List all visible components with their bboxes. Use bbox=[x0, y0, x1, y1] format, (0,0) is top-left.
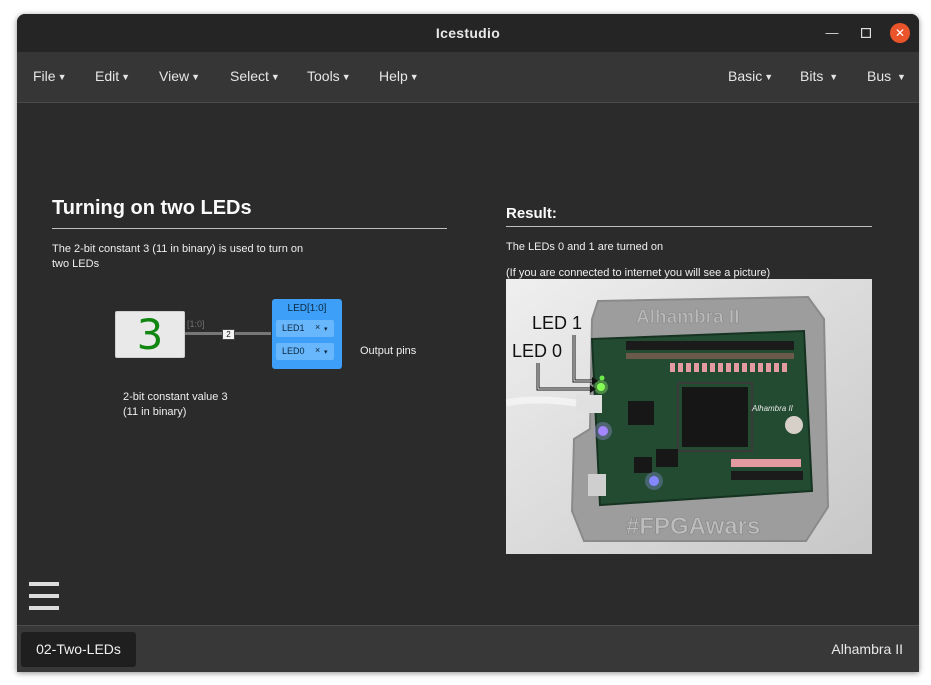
caret-down-icon: ▼ bbox=[270, 72, 280, 82]
constant-value: 3 bbox=[136, 310, 164, 359]
close-icon[interactable]: ✕ bbox=[890, 23, 910, 43]
file-tab[interactable]: 02-Two-LEDs bbox=[21, 632, 136, 667]
board-silk-label: Alhambra II bbox=[751, 404, 794, 413]
output-block-label: LED[1:0] bbox=[287, 303, 327, 314]
minimize-icon[interactable]: — bbox=[822, 23, 842, 43]
caret-down-icon: ▼ bbox=[409, 72, 419, 82]
window-title: Icestudio bbox=[435, 25, 501, 41]
bus-width-badge: 2 bbox=[222, 329, 235, 340]
caret-down-icon: ▼ bbox=[121, 72, 131, 82]
board-photo: Alhambra II #FPGAwars Alhambra II LED 1 … bbox=[506, 279, 872, 554]
constant-caption: 2-bit constant value 3 (11 in binary) bbox=[123, 391, 228, 418]
output-caption: Output pins bbox=[360, 345, 417, 357]
design-canvas[interactable]: Turning on two LEDs The 2-bit constant 3… bbox=[17, 103, 919, 625]
info-heading: Turning on two LEDs bbox=[52, 197, 252, 219]
menu-file[interactable]: File ▼ bbox=[33, 68, 66, 84]
wire-range-label: [1:0] bbox=[187, 319, 205, 329]
photo-label-led1: LED 1 bbox=[532, 313, 582, 333]
pin-select-led0[interactable]: LED0 × ▾ bbox=[276, 343, 334, 360]
menu-view[interactable]: View ▼ bbox=[159, 68, 200, 84]
menu-basic[interactable]: Basic ▼ bbox=[728, 68, 773, 84]
photo-label-led0: LED 0 bbox=[512, 341, 562, 361]
board-name[interactable]: Alhambra II bbox=[831, 641, 903, 657]
chevron-down-icon[interactable]: ▾ bbox=[324, 325, 328, 333]
chevron-down-icon[interactable]: ▾ bbox=[324, 348, 328, 356]
menu-bits[interactable]: Bits ▼ bbox=[800, 68, 838, 84]
app-window: Icestudio — ✕ File ▼ Edit ▼ View ▼ Select ▼ … bbox=[17, 14, 919, 672]
info-description: The 2-bit constant 3 (11 in binary) is u… bbox=[52, 243, 304, 270]
caret-down-icon: ▼ bbox=[57, 72, 67, 82]
menu-help[interactable]: Help ▼ bbox=[379, 68, 419, 84]
case-hashtag: #FPGAwars bbox=[626, 513, 760, 540]
menu-bar: File ▼ Edit ▼ View ▼ Select ▼ Tools ▼ Help ▼ B… bbox=[17, 52, 919, 103]
clear-icon[interactable]: × bbox=[315, 345, 320, 355]
constant-block[interactable]: 3 bbox=[115, 310, 185, 359]
maximize-icon[interactable] bbox=[856, 23, 876, 43]
caret-down-icon: ▼ bbox=[764, 72, 774, 82]
pin-select-led1[interactable]: LED1 × ▾ bbox=[276, 320, 334, 337]
menu-tools[interactable]: Tools ▼ bbox=[307, 68, 351, 84]
board-photo-svg: Alhambra II #FPGAwars Alhambra II LED 1 … bbox=[506, 279, 872, 554]
hamburger-icon[interactable] bbox=[29, 582, 59, 610]
status-bar: 02-Two-LEDs Alhambra II bbox=[17, 625, 919, 672]
caret-down-icon: ▼ bbox=[897, 72, 906, 82]
result-line1: The LEDs 0 and 1 are turned on bbox=[506, 241, 664, 253]
menu-select[interactable]: Select ▼ bbox=[230, 68, 280, 84]
result-heading: Result: bbox=[506, 205, 557, 222]
caret-down-icon: ▼ bbox=[829, 72, 839, 82]
caret-down-icon: ▼ bbox=[341, 72, 351, 82]
case-title: Alhambra II bbox=[636, 307, 739, 328]
caret-down-icon: ▼ bbox=[191, 72, 201, 82]
menu-bus[interactable]: Bus ▼ bbox=[867, 68, 906, 84]
title-bar: Icestudio — ✕ bbox=[17, 14, 919, 52]
output-block[interactable]: LED[1:0] LED1 × ▾ LED0 × ▾ bbox=[272, 299, 342, 369]
menu-edit[interactable]: Edit ▼ bbox=[95, 68, 130, 84]
heading-divider bbox=[52, 228, 447, 229]
clear-icon[interactable]: × bbox=[315, 322, 320, 332]
result-divider bbox=[506, 226, 872, 227]
